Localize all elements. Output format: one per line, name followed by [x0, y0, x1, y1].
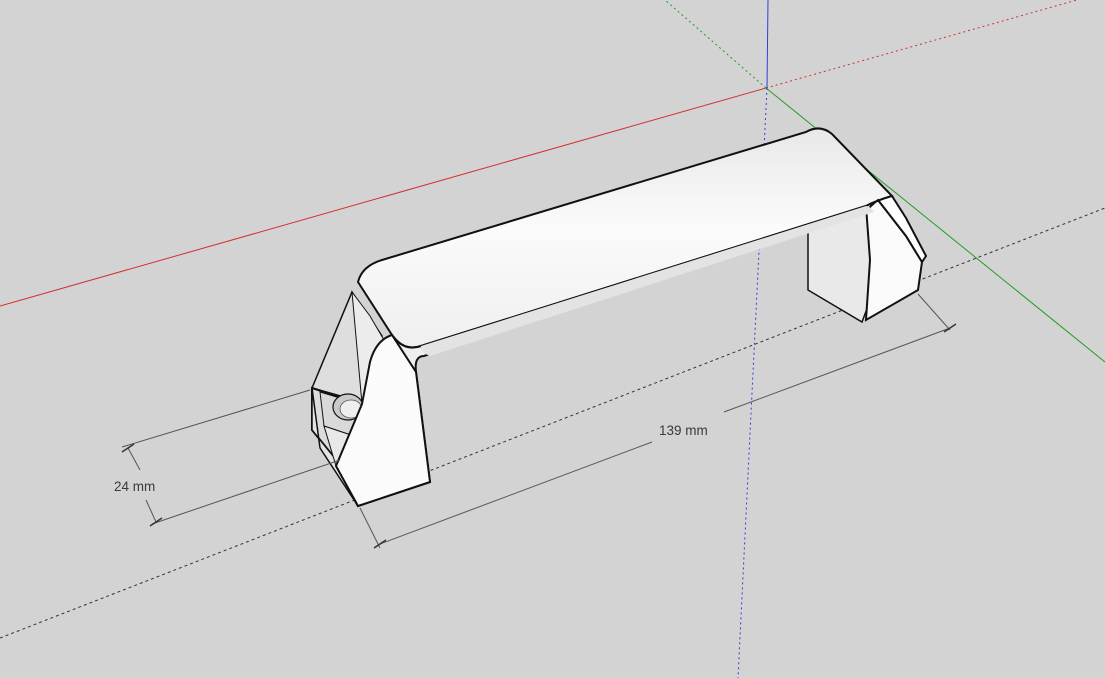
height-extension-bottom — [151, 459, 341, 525]
height-dimension-label: 24 mm — [114, 479, 155, 494]
red-axis-dashed — [765, 0, 1079, 89]
dimension-height[interactable]: 24 mm — [114, 389, 341, 527]
length-dimension-line-right — [723, 327, 951, 413]
handle-model[interactable] — [310, 127, 928, 508]
length-dimension-label: 139 mm — [659, 423, 708, 438]
height-extension-top — [121, 389, 311, 448]
height-dimension-line — [127, 447, 141, 471]
model-axes — [0, 0, 1105, 678]
green-axis-dashed — [664, 0, 767, 89]
length-extension-right — [917, 293, 951, 331]
height-dimension-line-lower — [145, 499, 157, 523]
blue-axis-solid — [766, 0, 769, 89]
modeling-viewport[interactable]: 24 mm 139 mm — [0, 0, 1105, 678]
height-tick-bottom — [149, 517, 163, 527]
viewport-canvas[interactable]: 24 mm 139 mm — [0, 0, 1105, 678]
length-tick-left — [373, 539, 387, 549]
length-extension-left — [359, 507, 381, 549]
